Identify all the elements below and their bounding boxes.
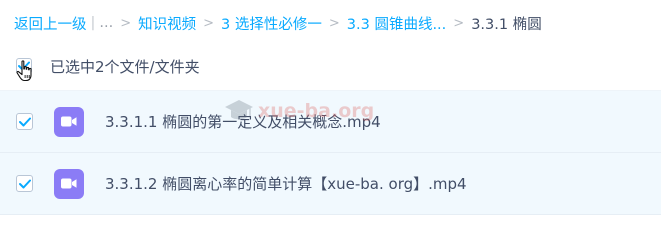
file-name-link[interactable]: 3.3.1.1 椭圆的第一定义及相关概念.mp4 bbox=[105, 111, 381, 132]
file-row[interactable]: 3.3.1.2 椭圆离心率的简单计算【xue-ba. org】.mp4 bbox=[0, 153, 661, 215]
breadcrumb-separator: > bbox=[120, 15, 132, 31]
breadcrumb-pipe: | bbox=[90, 15, 96, 31]
breadcrumb-ellipsis[interactable]: ... bbox=[99, 15, 113, 31]
video-camera-icon bbox=[61, 116, 77, 127]
checkmark-icon bbox=[18, 117, 31, 126]
file-list: 3.3.1.1 椭圆的第一定义及相关概念.mp4 3.3.1.2 椭圆离心率的简… bbox=[0, 90, 661, 215]
video-camera-icon bbox=[61, 178, 77, 189]
file-name-link[interactable]: 3.3.1.2 椭圆离心率的简单计算【xue-ba. org】.mp4 bbox=[105, 173, 467, 194]
breadcrumb-current-folder: 3.3.1 椭圆 bbox=[471, 16, 542, 33]
breadcrumb-separator: > bbox=[203, 15, 215, 31]
breadcrumb-item-knowledge-video[interactable]: 知识视频 bbox=[138, 13, 196, 34]
selection-count-text: 已选中2个文件/文件夹 bbox=[50, 57, 200, 76]
breadcrumb-item-conic-sections[interactable]: 3.3 圆锥曲线... bbox=[347, 13, 447, 34]
checkmark-icon bbox=[18, 179, 31, 188]
breadcrumb-separator: > bbox=[453, 15, 465, 31]
video-file-icon bbox=[54, 106, 84, 137]
breadcrumb-separator: > bbox=[328, 15, 340, 31]
selection-bar: 已选中2个文件/文件夹 bbox=[14, 52, 200, 82]
back-link[interactable]: 返回上一级 bbox=[14, 13, 87, 34]
breadcrumb: 返回上一级 | ... > 知识视频 > 3 选择性必修一 > 3.3 圆锥曲线… bbox=[14, 12, 542, 34]
file-checkbox[interactable] bbox=[16, 113, 33, 130]
hand-pointer-cursor-icon bbox=[16, 60, 32, 82]
file-row[interactable]: 3.3.1.1 椭圆的第一定义及相关概念.mp4 bbox=[0, 90, 661, 153]
file-checkbox[interactable] bbox=[16, 175, 33, 192]
video-file-icon bbox=[54, 168, 84, 199]
breadcrumb-item-elective-one[interactable]: 3 选择性必修一 bbox=[221, 13, 322, 34]
